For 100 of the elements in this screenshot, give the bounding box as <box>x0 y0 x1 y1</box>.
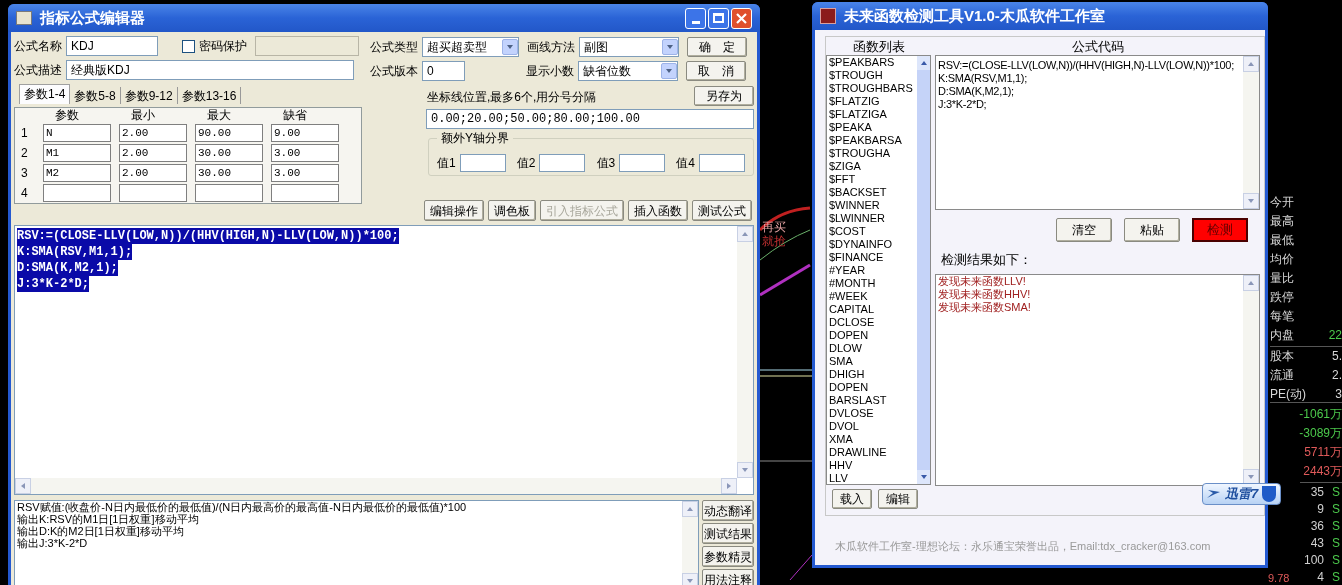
scrollbar[interactable] <box>1243 274 1259 485</box>
list-item[interactable]: $ZIGA <box>829 160 917 173</box>
close-icon[interactable] <box>731 7 752 29</box>
side-button[interactable]: 测试结果 <box>702 523 754 544</box>
list-item[interactable]: $TROUGHA <box>829 147 917 160</box>
tool-button[interactable]: 测试公式 <box>692 200 752 221</box>
list-item[interactable]: LLV <box>829 472 917 484</box>
list-item[interactable]: DOPEN <box>829 329 917 342</box>
param-field[interactable]: M2 <box>43 163 111 182</box>
tool-button[interactable]: 调色板 <box>488 200 536 221</box>
scrollbar[interactable] <box>1243 56 1259 209</box>
scroll-down-icon[interactable] <box>682 573 698 585</box>
save-as-button[interactable]: 另存为 <box>694 86 754 106</box>
param-field[interactable] <box>43 183 111 202</box>
list-item[interactable]: $PEAKA <box>829 121 917 134</box>
code-editor[interactable]: RSV:=(CLOSE-LLV(LOW,N))/(HHV(HIGH,N)-LLV(LOW,N))*100; K:SMA(RSV,M1,1); D:SMA(K,M2,1); J:3*K-2*D; <box>14 225 754 495</box>
tab[interactable]: 参数5-8 <box>70 86 121 104</box>
value-field[interactable] <box>619 154 666 172</box>
param-field[interactable]: 30.00 <box>195 163 263 182</box>
param-field[interactable] <box>271 183 339 202</box>
list-item[interactable]: $PEAKBARSA <box>829 134 917 147</box>
list-item[interactable]: DRAWLINE <box>829 446 917 459</box>
param-field[interactable] <box>195 183 263 202</box>
version-field[interactable]: 0 <box>422 60 465 81</box>
minimize-icon[interactable] <box>685 7 706 29</box>
cancel-button[interactable]: 取 消 <box>686 60 746 81</box>
list-button[interactable]: 载入 <box>832 489 872 509</box>
list-item[interactable]: $FLATZIG <box>829 95 917 108</box>
list-item[interactable]: DVOL <box>829 420 917 433</box>
scrollbar[interactable] <box>737 226 753 478</box>
param-field[interactable]: 30.00 <box>195 143 263 162</box>
list-item[interactable]: DCLOSE <box>829 316 917 329</box>
list-item[interactable]: $DYNAINFO <box>829 238 917 251</box>
list-item[interactable]: DVLOSE <box>829 407 917 420</box>
list-item[interactable]: #MONTH <box>829 277 917 290</box>
scroll-up-icon[interactable] <box>1243 56 1259 72</box>
scroll-right-icon[interactable] <box>721 478 737 494</box>
action-button[interactable]: 粘贴 <box>1124 218 1180 242</box>
dropdown[interactable]: 缺省位数 <box>578 60 678 81</box>
list-item[interactable]: $FLATZIGA <box>829 108 917 121</box>
code-field[interactable]: RSV:=(CLOSE-LLV(LOW,N))/(HHV(HIGH,N)-LLV(LOW,N))*100; K:SMA(RSV,M1,1); D:SMA(K,M2,1); J:3*K-2*D; <box>935 55 1260 210</box>
download-toast[interactable]: 迅雷7 <box>1202 483 1282 505</box>
tool-button[interactable]: 插入函数 <box>628 200 688 221</box>
list-item[interactable]: CAPITAL <box>829 303 917 316</box>
list-item[interactable]: XMA <box>829 433 917 446</box>
value-field[interactable] <box>539 154 586 172</box>
description-field[interactable]: 经典版KDJ <box>66 59 354 80</box>
list-item[interactable]: BARSLAST <box>829 394 917 407</box>
list-item[interactable]: $FFT <box>829 173 917 186</box>
list-item[interactable]: DHIGH <box>829 368 917 381</box>
list-item[interactable]: $PEAKBARS <box>829 56 917 69</box>
password-checkbox[interactable] <box>182 39 195 53</box>
param-field[interactable]: 90.00 <box>195 123 263 142</box>
list-item[interactable]: $COST <box>829 225 917 238</box>
param-field[interactable]: 2.00 <box>119 123 187 142</box>
list-item[interactable]: $BACKSET <box>829 186 917 199</box>
param-field[interactable]: 9.00 <box>271 123 339 142</box>
scroll-up-icon[interactable] <box>917 56 930 70</box>
list-item[interactable]: $FINANCE <box>829 251 917 264</box>
list-item[interactable]: #YEAR <box>829 264 917 277</box>
scroll-down-icon[interactable] <box>1243 468 1259 485</box>
param-field[interactable]: 3.00 <box>271 163 339 182</box>
list-item[interactable]: $TROUGH <box>829 69 917 82</box>
value-field[interactable] <box>459 154 506 172</box>
axis-field[interactable]: 0.00;20.00;50.00;80.00;100.00 <box>426 109 754 129</box>
param-field[interactable]: 3.00 <box>271 143 339 162</box>
tab[interactable]: 参数1-4 <box>19 83 71 104</box>
side-button[interactable]: 用法注释 <box>702 569 754 585</box>
scrollbar[interactable] <box>682 501 698 585</box>
side-button[interactable]: 动态翻译 <box>702 500 754 521</box>
action-button[interactable]: 检测 <box>1192 218 1248 242</box>
scroll-down-icon[interactable] <box>737 462 753 478</box>
list-item[interactable]: SMA <box>829 355 917 368</box>
maximize-icon[interactable] <box>708 7 729 29</box>
tab[interactable]: 参数9-12 <box>120 86 178 104</box>
scroll-up-icon[interactable] <box>1243 274 1259 291</box>
list-item[interactable]: $WINNER <box>829 199 917 212</box>
param-field[interactable]: 2.00 <box>119 143 187 162</box>
list-item[interactable]: #WEEK <box>829 290 917 303</box>
list-item[interactable]: HHV <box>829 459 917 472</box>
param-field[interactable]: 2.00 <box>119 163 187 182</box>
dropdown[interactable]: 副图 <box>579 36 679 57</box>
horizontal-scrollbar[interactable] <box>15 478 737 494</box>
scroll-down-icon[interactable] <box>917 470 930 484</box>
tab[interactable]: 参数13-16 <box>177 86 242 104</box>
param-field[interactable]: M1 <box>43 143 111 162</box>
action-button[interactable]: 清空 <box>1056 218 1112 242</box>
list-item[interactable]: $TROUGHBARS <box>829 82 917 95</box>
scroll-up-icon[interactable] <box>737 226 753 242</box>
ok-button[interactable]: 确 定 <box>687 36 747 57</box>
tool-button[interactable]: 编辑操作 <box>424 200 484 221</box>
scroll-up-icon[interactable] <box>682 501 698 517</box>
scroll-down-icon[interactable] <box>1243 193 1259 209</box>
list-item[interactable]: $LWINNER <box>829 212 917 225</box>
param-field[interactable] <box>119 183 187 202</box>
scroll-left-icon[interactable] <box>15 478 31 494</box>
value-field[interactable] <box>699 154 745 172</box>
list-item[interactable]: DOPEN <box>829 381 917 394</box>
dropdown[interactable]: 超买超卖型 <box>422 36 519 57</box>
list-button[interactable]: 编辑 <box>878 489 918 509</box>
